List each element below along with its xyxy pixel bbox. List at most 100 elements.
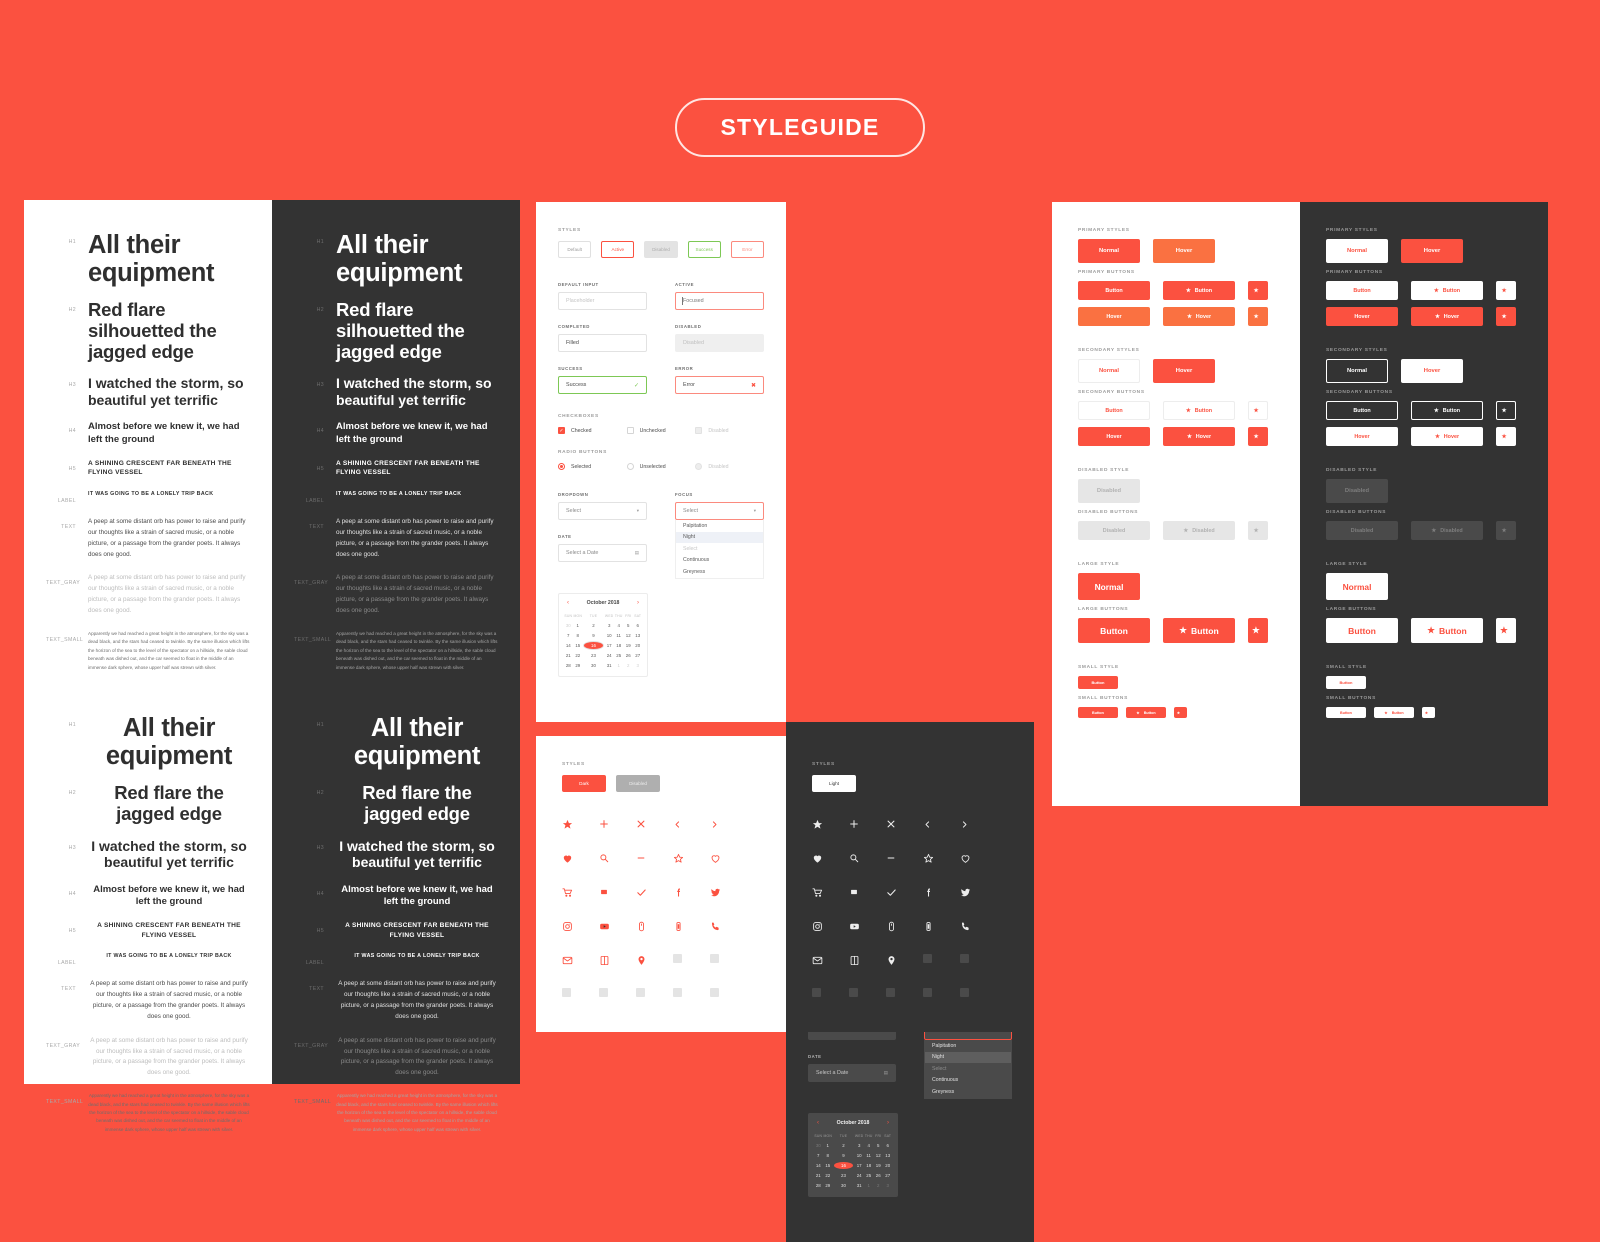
primary-button-hover-with-icon[interactable]: ★ Hover (1163, 307, 1235, 326)
dropdown-option[interactable]: Select (925, 1063, 1011, 1075)
star-outline-icon[interactable] (923, 852, 960, 864)
placeholder-icon[interactable] (599, 988, 608, 997)
dribbble-icon[interactable] (849, 954, 886, 966)
calendar-day[interactable]: 14 (814, 1161, 823, 1170)
placeholder-icon[interactable] (673, 988, 682, 997)
secondary-button-hover[interactable]: Hover (1326, 427, 1398, 446)
placeholder-icon[interactable] (923, 954, 932, 963)
calendar-day[interactable]: 26 (624, 651, 633, 660)
calendar-day[interactable]: 12 (624, 631, 633, 640)
calendar-day[interactable]: 19 (874, 1161, 883, 1170)
dropdown-select[interactable]: Select ▾ (558, 502, 647, 520)
primary-style-normal-button[interactable]: Normal (1078, 239, 1140, 263)
calendar-day[interactable]: 2 (833, 1141, 854, 1150)
calendar-day[interactable]: 30 (814, 1141, 823, 1150)
dropdown-option[interactable]: Night (676, 531, 763, 543)
secondary-icon-button-hover[interactable]: ★ (1496, 427, 1516, 446)
check-icon[interactable] (636, 886, 673, 898)
secondary-icon-button[interactable]: ★ (1496, 401, 1516, 420)
calendar-day[interactable]: 25 (614, 651, 623, 660)
calendar-day[interactable]: 8 (824, 1151, 833, 1160)
twitter-icon[interactable] (960, 886, 997, 898)
large-style-button[interactable]: Normal (1326, 573, 1388, 600)
large-button[interactable]: Button (1326, 618, 1398, 643)
search-icon[interactable] (849, 852, 886, 864)
radio-unselected[interactable]: Unselected (626, 463, 696, 470)
calendar-day[interactable]: 10 (605, 631, 614, 640)
calendar-prev-icon[interactable]: ‹ (567, 600, 569, 606)
style-chip-active[interactable]: Active (601, 241, 635, 258)
calendar-day[interactable]: 22 (824, 1171, 833, 1180)
calendar-day[interactable]: 5 (874, 1141, 883, 1150)
primary-button[interactable]: Button (1326, 281, 1398, 300)
large-button-with-icon[interactable]: ★ Button (1163, 618, 1235, 643)
disabled-style-button[interactable]: Disabled (1078, 479, 1140, 503)
primary-button-hover-with-icon[interactable]: ★ Hover (1411, 307, 1483, 326)
calendar-day[interactable]: 24 (855, 1171, 864, 1180)
calendar-day[interactable]: 30 (564, 621, 573, 630)
checkbox-disabled[interactable]: Disabled (695, 427, 764, 434)
calendar-day[interactable]: 25 (864, 1171, 873, 1180)
disabled-icon-button[interactable]: ★ (1248, 521, 1268, 540)
calendar-day[interactable]: 20 (633, 641, 642, 650)
chevron-left-icon[interactable] (673, 818, 710, 830)
icon-style-chip-disabled[interactable]: Disabled (616, 775, 660, 792)
plus-icon[interactable] (599, 818, 636, 830)
calendar-next-icon[interactable]: › (637, 600, 639, 606)
small-icon-button[interactable]: ★ (1422, 707, 1435, 718)
calendar-day[interactable]: 18 (614, 641, 623, 650)
plus-icon[interactable] (849, 818, 886, 830)
calendar-day[interactable]: 26 (874, 1171, 883, 1180)
calendar-day[interactable]: 12 (874, 1151, 883, 1160)
heart-filled-icon[interactable] (562, 852, 599, 864)
primary-button-hover[interactable]: Hover (1078, 307, 1150, 326)
calendar-day[interactable]: 7 (564, 631, 573, 640)
primary-button-hover[interactable]: Hover (1326, 307, 1398, 326)
calendar-day[interactable]: 21 (814, 1171, 823, 1180)
placeholder-icon[interactable] (960, 988, 969, 997)
mail-icon[interactable] (562, 954, 599, 966)
primary-icon-button[interactable]: ★ (1496, 281, 1516, 300)
calendar-day[interactable]: 6 (633, 621, 642, 630)
calendar-day[interactable]: 10 (855, 1151, 864, 1160)
chevron-left-icon[interactable] (923, 818, 960, 830)
search-icon[interactable] (599, 852, 636, 864)
secondary-button[interactable]: Button (1078, 401, 1150, 420)
input-error[interactable]: Error ✖ (675, 376, 764, 394)
calendar-day[interactable]: 9 (833, 1151, 854, 1160)
chevron-right-icon[interactable] (710, 818, 747, 830)
battery-icon[interactable] (923, 920, 960, 932)
date-input[interactable]: Select a Date ▤ (558, 544, 647, 562)
secondary-button-with-icon[interactable]: ★ Button (1163, 401, 1235, 420)
calendar-day[interactable]: 16 (583, 640, 604, 650)
twitter-icon[interactable] (710, 886, 747, 898)
youtube-icon[interactable] (849, 920, 886, 932)
calendar-day[interactable]: 15 (574, 641, 583, 650)
small-style-button[interactable]: Button (1326, 676, 1366, 689)
primary-style-hover-button[interactable]: Hover (1401, 239, 1463, 263)
radio-selected[interactable]: Selected (558, 463, 627, 470)
calendar-day[interactable]: 2 (624, 661, 633, 670)
input-placeholder[interactable]: Placeholder (558, 292, 647, 310)
secondary-button[interactable]: Button (1326, 401, 1398, 420)
calendar-day[interactable]: 11 (864, 1151, 873, 1160)
dropdown-option[interactable]: Continuous (925, 1075, 1011, 1087)
disabled-icon-button[interactable]: ★ (1496, 521, 1516, 540)
phone-icon[interactable] (960, 920, 997, 932)
small-button[interactable]: Button (1326, 707, 1366, 718)
disabled-button-with-icon[interactable]: ★ Disabled (1163, 521, 1235, 540)
radio-disabled[interactable]: Disabled (695, 463, 764, 470)
calendar-day[interactable]: 14 (564, 641, 573, 650)
icon-style-chip-active[interactable]: Dark (562, 775, 606, 792)
focus-select[interactable]: Select ▾ (675, 502, 764, 520)
calendar-day[interactable]: 31 (605, 661, 614, 670)
dribbble-icon[interactable] (599, 954, 636, 966)
secondary-icon-button-hover[interactable]: ★ (1248, 427, 1268, 446)
calendar-day[interactable]: 1 (614, 661, 623, 670)
secondary-style-normal-button[interactable]: Normal (1078, 359, 1140, 383)
small-button-with-icon[interactable]: ★ Button (1374, 707, 1414, 718)
large-icon-button[interactable]: ★ (1248, 618, 1268, 643)
calendar-day[interactable]: 23 (583, 651, 604, 660)
location-pin-icon[interactable] (636, 954, 673, 966)
calendar-day[interactable]: 2 (583, 621, 604, 630)
